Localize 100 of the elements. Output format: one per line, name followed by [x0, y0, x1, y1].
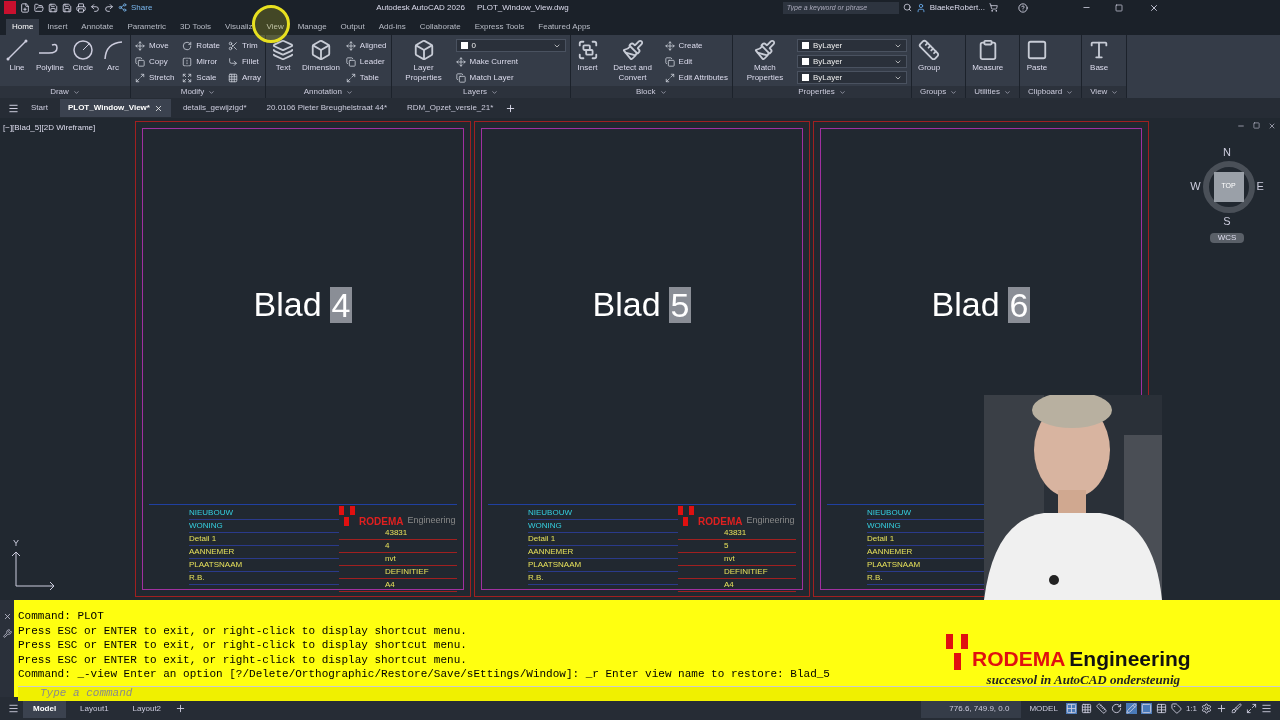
- viewport-label[interactable]: [−][Blad_5][2D Wireframe]: [3, 122, 96, 134]
- ribbon-tool[interactable]: Group: [915, 39, 943, 86]
- panel-title[interactable]: Utilities: [966, 86, 1019, 98]
- ribbon-tool[interactable]: Base: [1086, 39, 1113, 86]
- title-block-value: 43831: [339, 527, 457, 540]
- layout-tab[interactable]: Layout1: [70, 699, 119, 718]
- ribbon-tab[interactable]: 3D Tools: [174, 19, 218, 35]
- ribbon-tool[interactable]: Edit Attributes: [664, 71, 728, 84]
- ribbon-tab[interactable]: Insert: [41, 19, 74, 35]
- panel-title[interactable]: Modify: [131, 86, 266, 98]
- ribbon-tab[interactable]: Featured Apps: [532, 19, 597, 35]
- brand-subtitle: Engineering: [1069, 648, 1191, 670]
- title-block-text: AANNEMER: [189, 546, 339, 559]
- file-tab[interactable]: PLOT_Window_View*: [59, 99, 171, 117]
- command-history-line: Command: _-view Enter an option [?/Delete/Orthographic/Restore/Save/sEttings/Window]: _r Enter view name to restore: Blad_5: [18, 667, 830, 682]
- command-history-line: Press ESC or ENTER to exit, or right-click to display shortcut menu.: [18, 623, 467, 638]
- ribbon-tool[interactable]: Insert: [574, 39, 601, 86]
- ribbon-tool[interactable]: Match Layer: [455, 71, 566, 84]
- logo-text: RODEMA: [698, 514, 743, 529]
- ribbon-tool[interactable]: Measure: [970, 39, 1006, 86]
- file-tab[interactable]: 20.0106 Pieter Breughelstraat 44*: [258, 99, 396, 117]
- compass-label: E: [1256, 179, 1264, 195]
- scale-button[interactable]: 1:1: [1185, 702, 1197, 715]
- ribbon-tool[interactable]: Stretch: [135, 71, 175, 84]
- ribbon-tab[interactable]: Output: [334, 19, 371, 35]
- ribbon-tool[interactable]: Array: [227, 71, 262, 84]
- ribbon-tool[interactable]: Detect and Convert: [604, 39, 661, 86]
- ucs-button[interactable]: WCS: [1209, 233, 1245, 243]
- ribbon-tool[interactable]: Layer Properties: [395, 39, 452, 86]
- command-history-line: Press ESC or ENTER to exit, or right-click to display shortcut menu.: [18, 652, 467, 667]
- title-block-text: AANNEMER: [528, 546, 678, 559]
- layout-tab[interactable]: Layout2: [122, 699, 172, 718]
- ribbon-tab[interactable]: Express Tools: [468, 19, 531, 35]
- model-space-button[interactable]: MODEL: [1025, 702, 1062, 715]
- panel-title[interactable]: Annotation: [266, 86, 391, 98]
- ribbon-tab[interactable]: View: [260, 19, 290, 35]
- brand-name: RODEMA: [972, 648, 1066, 670]
- ribbon-tool[interactable]: Leader: [345, 55, 387, 68]
- ribbon-tab[interactable]: Parametric: [121, 19, 173, 35]
- sheet-title: Blad: [592, 284, 661, 325]
- panel-title[interactable]: Groups: [911, 86, 966, 98]
- ribbon-tool[interactable]: Rotate: [182, 39, 220, 52]
- ribbon-tab[interactable]: Annotate: [75, 19, 120, 35]
- ribbon-tool[interactable]: Line: [4, 39, 30, 86]
- ribbon-tool[interactable]: Copy: [135, 55, 175, 68]
- ribbon-tool[interactable]: Make Current: [455, 55, 566, 68]
- window-title: Autodesk AutoCAD 2026: [376, 1, 465, 14]
- ribbon-tool[interactable]: Paste: [1023, 39, 1050, 86]
- ribbon-tool[interactable]: Circle: [70, 39, 96, 86]
- file-tab[interactable]: Start: [23, 99, 56, 117]
- panel-title[interactable]: View: [1082, 86, 1127, 98]
- title-block-text: PLAATSNAAM: [189, 559, 339, 572]
- sheet-title: Blad: [931, 284, 1000, 325]
- ribbon-tool[interactable]: Trim: [227, 39, 262, 52]
- title-block-text: PLAATSNAAM: [528, 559, 678, 572]
- title-block-text: WONING: [528, 520, 678, 533]
- ribbon-tool[interactable]: Scale: [182, 71, 220, 84]
- dropdown-field[interactable]: ByLayer: [796, 55, 907, 68]
- dropdown-field[interactable]: ByLayer: [796, 39, 907, 52]
- compass-label: S: [1223, 213, 1231, 229]
- panel-title[interactable]: Draw: [0, 86, 130, 98]
- ribbon-tool[interactable]: Edit: [664, 55, 728, 68]
- ribbon-tab[interactable]: Collaborate: [413, 19, 467, 35]
- user-name[interactable]: BlaekeRobèrt...: [929, 1, 985, 14]
- logo-subtext: Engineering: [746, 514, 795, 528]
- ribbon-tool[interactable]: Fillet: [227, 55, 262, 68]
- file-name: PLOT_Window_View.dwg: [476, 1, 569, 14]
- ribbon-tool[interactable]: Text: [270, 39, 297, 86]
- ribbon-tool[interactable]: Aligned: [345, 39, 387, 52]
- panel-title[interactable]: Properties: [732, 86, 911, 98]
- title-block-text: NIEUBOUW: [528, 507, 678, 520]
- ribbon-tool[interactable]: Dimension: [300, 39, 342, 86]
- panel-title[interactable]: Block: [570, 86, 732, 98]
- title-block-text: Detail 1: [528, 533, 678, 546]
- dropdown-field[interactable]: 0: [455, 39, 566, 52]
- ribbon-tool[interactable]: Table: [345, 71, 387, 84]
- dropdown-field[interactable]: ByLayer: [796, 71, 907, 84]
- file-tab[interactable]: RDM_Opzet_versie_21*: [399, 99, 502, 117]
- ribbon-tab[interactable]: Home: [6, 19, 40, 35]
- ribbon-tab[interactable]: Add-ins: [372, 19, 412, 35]
- sheet-number: 4: [329, 286, 353, 323]
- title-block-text: NIEUBOUW: [189, 507, 339, 520]
- ribbon-tool[interactable]: Create: [664, 39, 728, 52]
- ribbon-tool[interactable]: Match Properties: [736, 39, 793, 86]
- sheet-title: Blad: [253, 284, 322, 325]
- ribbon-tool[interactable]: Mirror: [182, 55, 220, 68]
- title-block-value: 43831: [678, 527, 796, 540]
- panel-title[interactable]: Layers: [391, 86, 570, 98]
- ribbon-tool[interactable]: Arc: [100, 39, 126, 86]
- ribbon-tool[interactable]: Polyline: [34, 39, 66, 86]
- panel-title[interactable]: Clipboard: [1019, 86, 1082, 98]
- ribbon-tool[interactable]: Move: [135, 39, 175, 52]
- command-history-line: Command: PLOT: [18, 609, 104, 624]
- sheet-number: 5: [668, 286, 692, 323]
- file-tab[interactable]: details_gewijzigd*: [174, 99, 255, 117]
- ribbon-tab[interactable]: Manage: [291, 19, 333, 35]
- title-block-value: DEFINITIEF: [339, 566, 457, 579]
- share-button[interactable]: Share: [118, 1, 153, 14]
- ribbon-tab[interactable]: Visualiz: [219, 19, 259, 35]
- axis-label: Y: [13, 536, 20, 550]
